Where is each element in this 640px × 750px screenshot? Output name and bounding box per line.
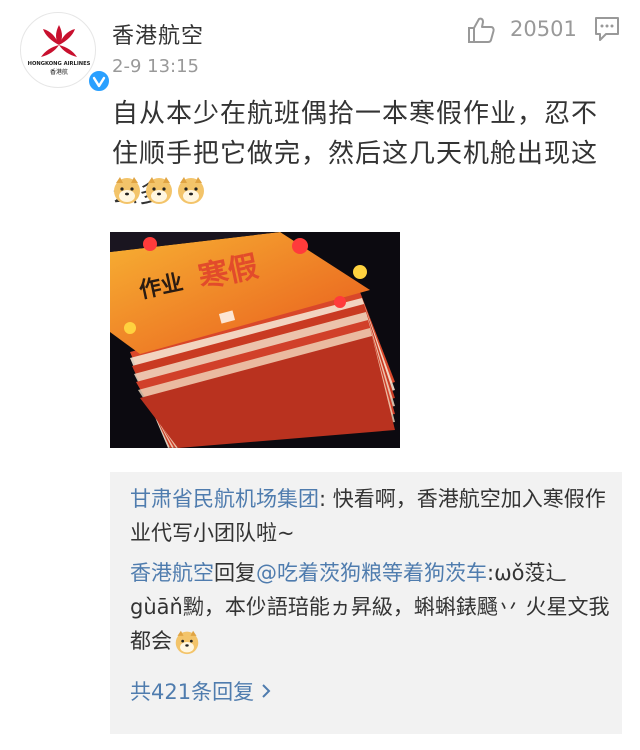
like-count: 20501 <box>510 17 577 41</box>
doge-emoji-icon <box>175 630 199 655</box>
username[interactable]: 香港航空 <box>112 18 204 50</box>
emoji-row <box>112 175 208 209</box>
reply-item: 香港航空回复@吃着茨狗粮等着狗茨车:ωǒ莈辶gùāň黝，本仯語琣能ヵ昇級，蝌蝌錶… <box>130 556 610 658</box>
reply-item: 甘肃省民航机场集团: 快看啊，香港航空加入寒假作业代写小团队啦~ <box>130 482 610 550</box>
homework-books-photo: 寒假 作业 <box>110 232 400 448</box>
reply-author-link[interactable]: 香港航空 <box>130 561 214 585</box>
comment-icon[interactable] <box>594 16 620 42</box>
doge-emoji-icon <box>178 177 204 204</box>
hongkong-airlines-logo: HONGKONG AIRLINES 香港航 <box>28 25 91 76</box>
verified-badge-icon <box>87 69 111 93</box>
more-replies-label: 共421条回复 <box>130 680 255 704</box>
replies-box: 甘肃省民航机场集团: 快看啊，香港航空加入寒假作业代写小团队啦~ 香港航空回复@… <box>110 472 622 734</box>
svg-text:HONGKONG AIRLINES: HONGKONG AIRLINES <box>28 61 91 67</box>
like-button[interactable]: 20501 <box>466 14 586 46</box>
post-timestamp: 2-9 13:15 <box>112 56 199 77</box>
reply-verb: 回复 <box>214 561 256 585</box>
doge-emoji-icon <box>146 177 172 204</box>
chevron-right-icon <box>260 680 272 704</box>
view-all-replies-link[interactable]: 共421条回复 <box>130 676 272 706</box>
doge-emoji-icon <box>114 177 140 204</box>
svg-text:香港航: 香港航 <box>50 68 68 76</box>
reply-author-link[interactable]: 甘肃省民航机场集团 <box>130 487 319 511</box>
post-image[interactable]: 寒假 作业 <box>110 232 400 448</box>
avatar[interactable]: HONGKONG AIRLINES 香港航 <box>20 12 111 93</box>
mention-link[interactable]: @吃着茨狗粮等着狗茨车 <box>256 561 487 585</box>
thumbs-up-icon <box>468 17 495 43</box>
